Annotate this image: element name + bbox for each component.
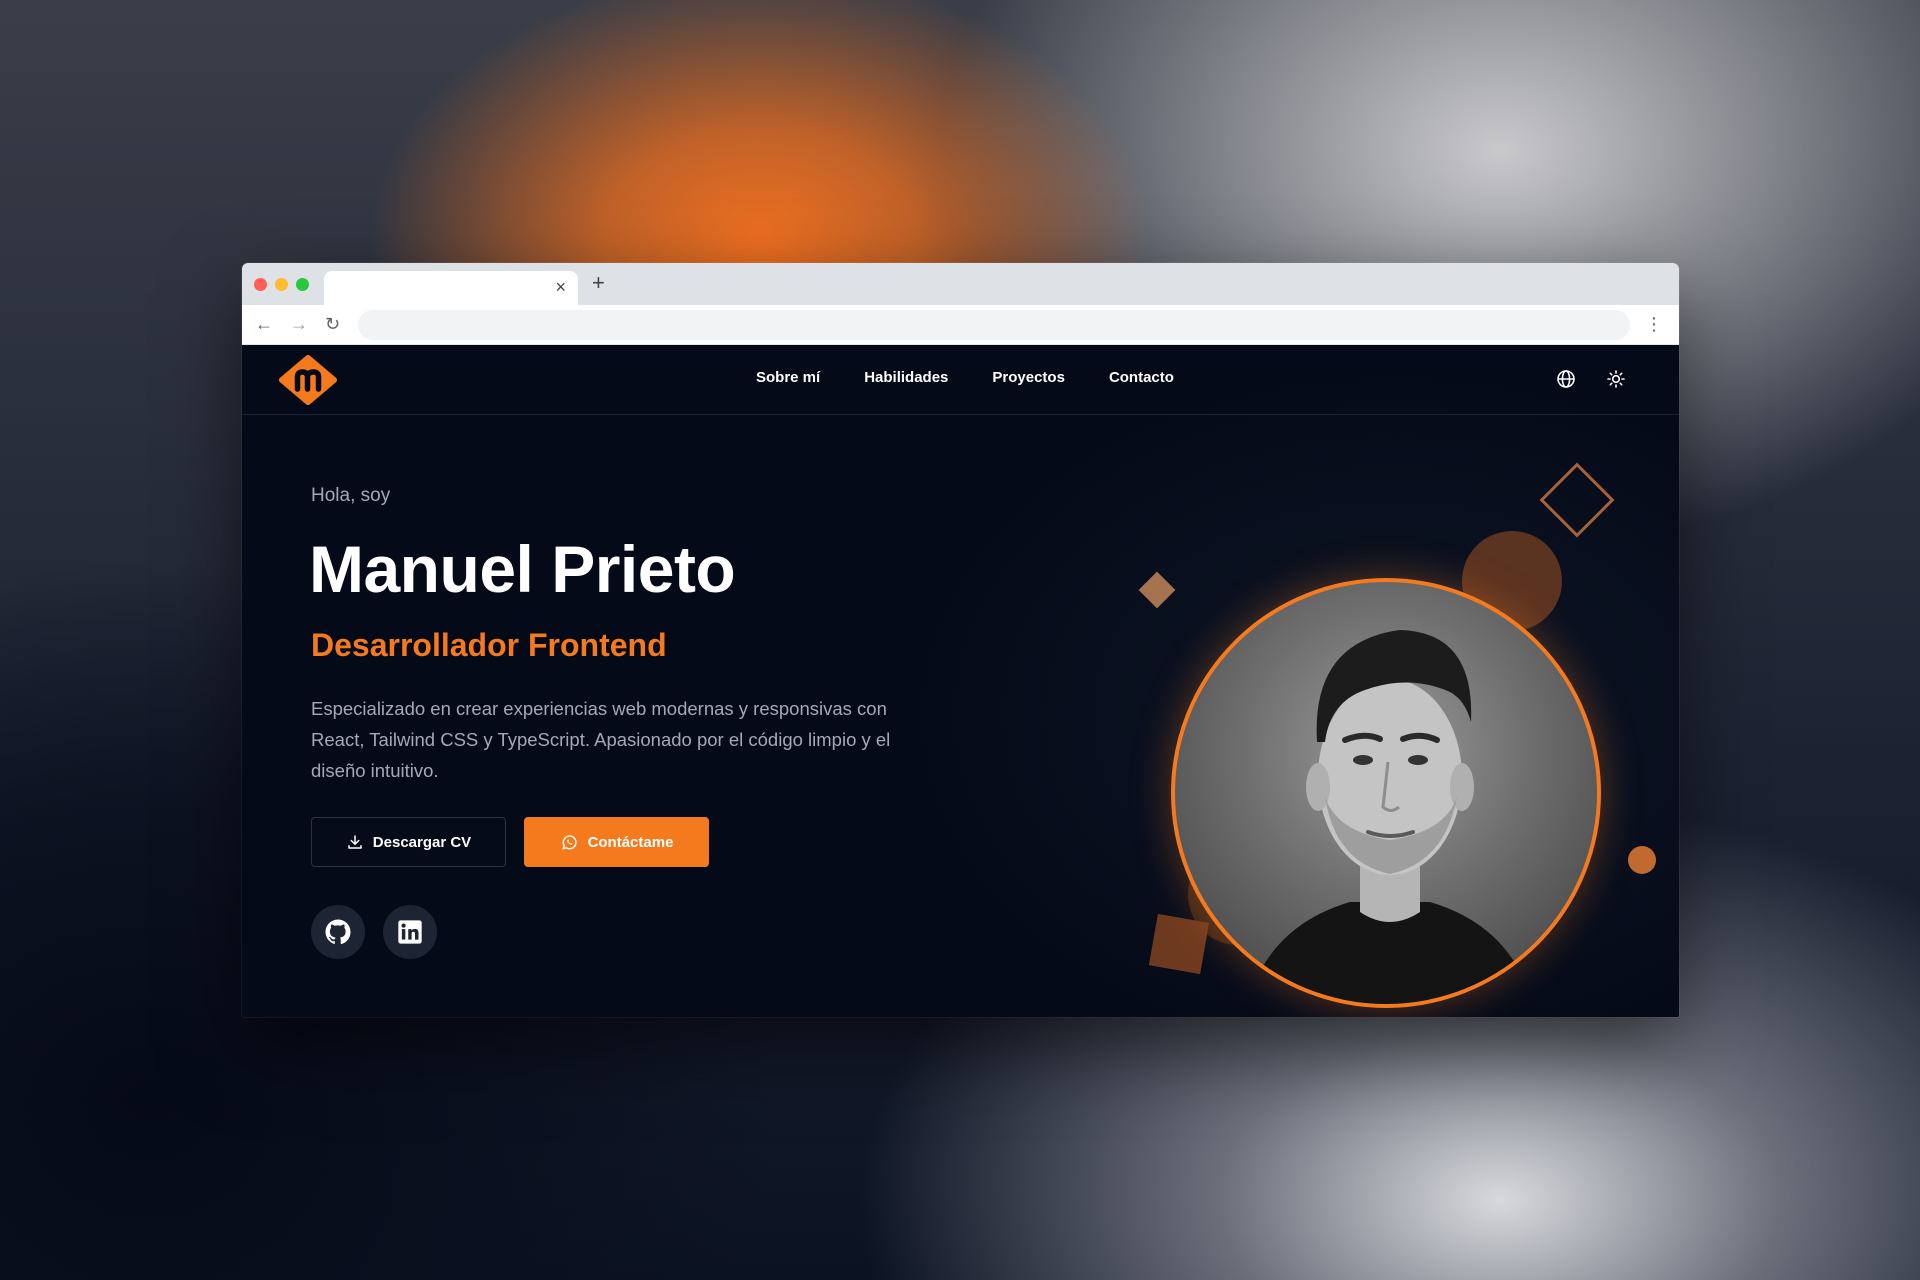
hero-role: Desarrollador Frontend bbox=[311, 627, 667, 663]
tab-close-icon[interactable]: × bbox=[555, 277, 566, 297]
github-icon bbox=[325, 919, 351, 945]
back-icon[interactable]: ← bbox=[255, 314, 273, 334]
hero-greeting: Hola, soy bbox=[311, 485, 391, 506]
linkedin-icon bbox=[398, 920, 422, 944]
nav-link-contacto[interactable]: Contacto bbox=[1109, 369, 1174, 386]
reload-icon[interactable]: ↻ bbox=[325, 314, 340, 334]
whatsapp-icon bbox=[562, 834, 577, 850]
forward-icon[interactable]: → bbox=[290, 314, 308, 334]
window-controls bbox=[254, 278, 309, 291]
browser-tab[interactable]: × bbox=[324, 271, 578, 305]
small-accent-dot bbox=[1628, 846, 1656, 874]
portfolio-page: Sobre mí Habilidades Proyectos Contacto … bbox=[242, 345, 1679, 1017]
browser-menu-icon[interactable]: ⋮ bbox=[1645, 314, 1663, 334]
contact-button[interactable]: Contáctame bbox=[524, 817, 709, 867]
browser-toolbar: ← → ↻ ⋮ bbox=[242, 305, 1679, 345]
download-cv-button[interactable]: Descargar CV bbox=[311, 817, 506, 867]
minimize-window-button[interactable] bbox=[275, 278, 288, 291]
filled-diamond-shape bbox=[1138, 571, 1176, 609]
download-cv-label: Descargar CV bbox=[372, 833, 472, 851]
linkedin-link[interactable] bbox=[383, 905, 437, 959]
tab-bar: × + bbox=[242, 263, 1679, 305]
maximize-window-button[interactable] bbox=[296, 278, 309, 291]
contact-label: Contáctame bbox=[587, 833, 674, 851]
profile-photo bbox=[1171, 578, 1601, 1008]
portrait-image bbox=[1247, 630, 1533, 1004]
nav-link-habilidades[interactable]: Habilidades bbox=[864, 369, 948, 386]
site-navbar: Sobre mí Habilidades Proyectos Contacto bbox=[242, 345, 1679, 415]
address-bar[interactable] bbox=[358, 310, 1630, 340]
close-window-button[interactable] bbox=[254, 278, 267, 291]
nav-link-sobre-mi[interactable]: Sobre mí bbox=[756, 369, 820, 386]
hero-name: Manuel Prieto bbox=[309, 532, 736, 606]
browser-window: × + ← → ↻ ⋮ Sobre mí Habilidades Proyect… bbox=[242, 263, 1679, 1017]
globe-icon[interactable] bbox=[1554, 367, 1578, 391]
nav-links: Sobre mí Habilidades Proyectos Contacto bbox=[756, 369, 1174, 386]
new-tab-button[interactable]: + bbox=[592, 272, 605, 294]
download-icon bbox=[348, 835, 362, 849]
github-link[interactable] bbox=[311, 905, 365, 959]
tilted-square-shape bbox=[1148, 913, 1210, 975]
logo[interactable] bbox=[278, 355, 338, 405]
nav-link-proyectos[interactable]: Proyectos bbox=[992, 369, 1065, 386]
hero-description: Especializado en crear experiencias web … bbox=[311, 698, 891, 781]
sun-icon[interactable] bbox=[1604, 367, 1628, 391]
